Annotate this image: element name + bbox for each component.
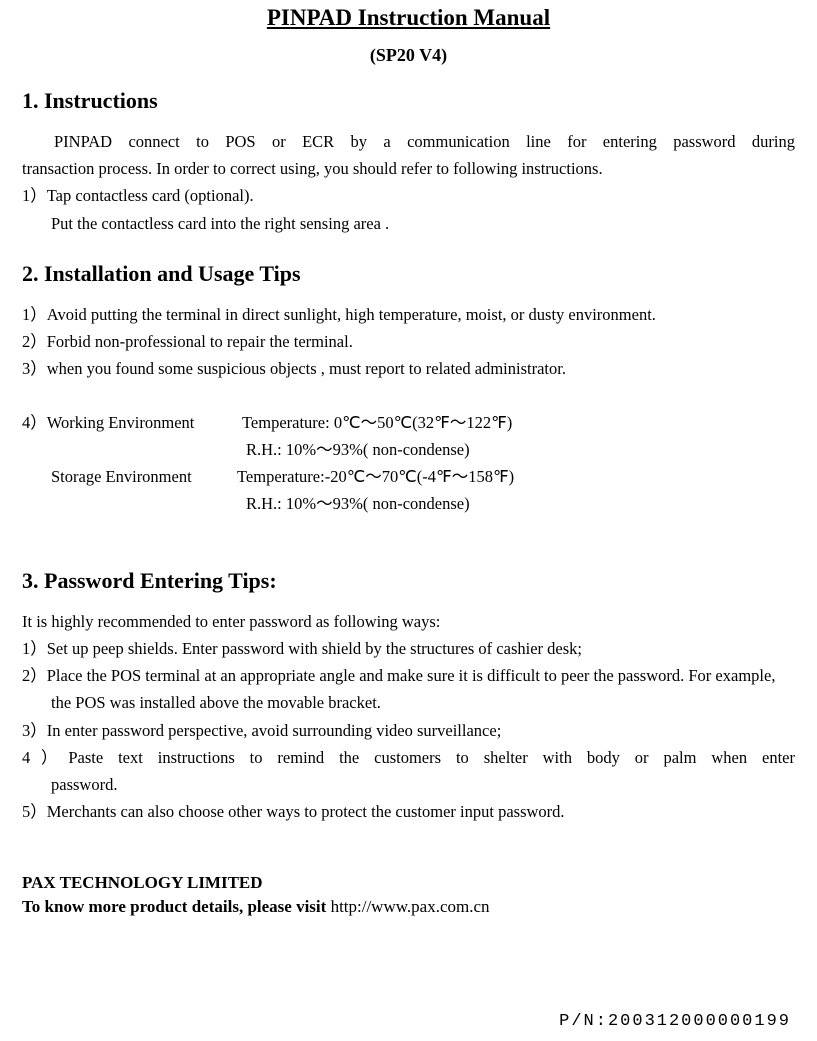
footer-link-url: http://www.pax.com.cn — [331, 897, 490, 916]
section-3-item3: 3）In enter password perspective, avoid s… — [22, 717, 795, 744]
section-1-item1-sub: Put the contactless card into the right … — [22, 210, 795, 237]
section-2-item1: 1）Avoid putting the terminal in direct s… — [22, 301, 795, 328]
footer-company: PAX TECHNOLOGY LIMITED — [22, 873, 795, 893]
working-env-rh: R.H.: 10%～93%( non-condense) — [22, 436, 795, 463]
section-3-heading: 3. Password Entering Tips: — [22, 568, 795, 594]
section-2-item3: 3）when you found some suspicious objects… — [22, 355, 795, 382]
storage-env-label: Storage Environment — [22, 463, 237, 490]
storage-env-rh: R.H.: 10%～93%( non-condense) — [22, 490, 795, 517]
part-number: P/N:200312000000199 — [559, 1012, 791, 1031]
storage-env-temp: Temperature:-20℃～70℃(-4℉～158℉) — [237, 467, 514, 486]
section-3-item5: 5）Merchants can also choose other ways t… — [22, 798, 795, 825]
working-env-label: 4）Working Environment — [51, 409, 194, 436]
section-2-item2: 2）Forbid non-professional to repair the … — [22, 328, 795, 355]
section-3-intro: It is highly recommended to enter passwo… — [22, 608, 795, 635]
footer-link: To know more product details, please vis… — [22, 897, 795, 917]
section-1-intro-line1: PINPAD connect to POS or ECR by a commun… — [22, 128, 795, 155]
section-2-heading: 2. Installation and Usage Tips — [22, 261, 795, 287]
footer-link-prefix: To know more product details, please vis… — [22, 897, 331, 916]
section-3-item4-line2: password. — [22, 771, 795, 798]
document-title: PINPAD Instruction Manual — [22, 5, 795, 31]
section-3-item4-line1: 4）Paste text instructions to remind the … — [22, 744, 795, 771]
section-1-heading: 1. Instructions — [22, 88, 795, 114]
document-subtitle: (SP20 V4) — [22, 45, 795, 66]
section-1-item1: 1）Tap contactless card (optional). — [22, 182, 795, 209]
section-3-item1: 1）Set up peep shields. Enter password wi… — [22, 635, 795, 662]
section-3-item2: 2）Place the POS terminal at an appropria… — [22, 662, 795, 716]
section-1-intro-line2: transaction process. In order to correct… — [22, 155, 795, 182]
